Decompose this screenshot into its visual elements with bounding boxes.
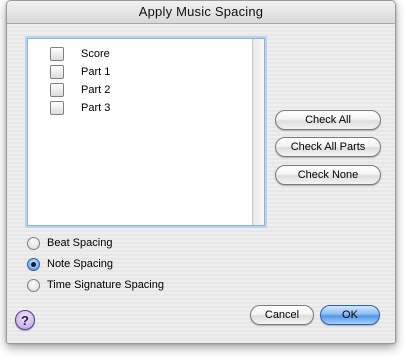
ok-button[interactable]: OK xyxy=(320,305,380,325)
list-item-part-2[interactable]: Part 2 xyxy=(50,81,240,99)
list-item-label: Score xyxy=(81,48,110,60)
part-list[interactable]: Score Part 1 Part 2 Part 3 xyxy=(27,38,265,226)
help-button[interactable]: ? xyxy=(15,310,35,330)
beat-spacing-radio[interactable] xyxy=(27,236,40,250)
list-item-label: Part 1 xyxy=(81,66,111,78)
list-item-part-3[interactable]: Part 3 xyxy=(50,99,240,117)
list-item-score[interactable]: Score xyxy=(50,45,240,63)
dialog-title: Apply Music Spacing xyxy=(138,4,264,19)
help-icon: ? xyxy=(21,312,29,328)
check-none-button[interactable]: Check None xyxy=(275,165,381,185)
part-1-checkbox[interactable] xyxy=(50,65,64,79)
dialog-content: Score Part 1 Part 2 Part 3 Check All Che… xyxy=(7,24,395,343)
title-bar[interactable]: Apply Music Spacing xyxy=(7,1,395,24)
dialog-window: Apply Music Spacing Score Part 1 Part 2 … xyxy=(6,0,396,344)
note-spacing-radio[interactable] xyxy=(27,257,40,271)
check-all-button[interactable]: Check All xyxy=(275,110,381,130)
time-signature-spacing-label: Time Signature Spacing xyxy=(47,279,164,291)
cancel-button[interactable]: Cancel xyxy=(250,305,314,325)
list-item-label: Part 3 xyxy=(81,102,111,114)
time-signature-spacing-option[interactable]: Time Signature Spacing xyxy=(27,277,164,293)
beat-spacing-option[interactable]: Beat Spacing xyxy=(27,235,112,251)
list-scrollbar[interactable] xyxy=(252,39,264,225)
note-spacing-option[interactable]: Note Spacing xyxy=(27,256,113,272)
part-3-checkbox[interactable] xyxy=(50,101,64,115)
list-item-label: Part 2 xyxy=(81,84,111,96)
beat-spacing-label: Beat Spacing xyxy=(47,237,113,249)
note-spacing-label: Note Spacing xyxy=(47,258,114,270)
part-2-checkbox[interactable] xyxy=(50,83,64,97)
check-all-parts-button[interactable]: Check All Parts xyxy=(275,137,381,157)
time-signature-spacing-radio[interactable] xyxy=(27,278,40,292)
list-item-part-1[interactable]: Part 1 xyxy=(50,63,240,81)
score-checkbox[interactable] xyxy=(50,47,64,61)
